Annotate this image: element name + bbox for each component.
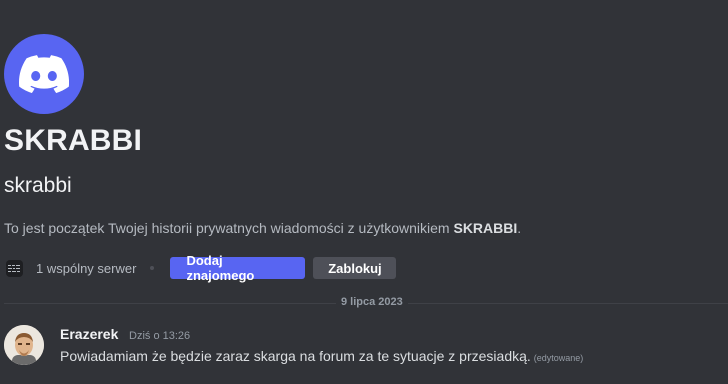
message-author-avatar[interactable] [4, 325, 44, 365]
intro-prefix: To jest początek Twojej historii prywatn… [4, 220, 454, 236]
server-icon[interactable] [6, 259, 23, 277]
profile-display-name: SKRABBI [4, 124, 143, 157]
add-friend-button[interactable]: Dodaj znajomego [170, 253, 306, 283]
date-divider-label: 9 lipca 2023 [336, 296, 408, 308]
intro-suffix: . [517, 220, 522, 236]
mutual-servers-link[interactable]: 1 wspólny serwer [36, 261, 136, 276]
dm-intro-text: To jest początek Twojej historii prywatn… [4, 220, 521, 236]
profile-actions: 1 wspólny serwer Dodaj znajomego Zabloku… [6, 253, 397, 283]
message-text: Powiadamiam że będzie zaraz skarga na fo… [60, 348, 531, 364]
separator-dot [150, 266, 155, 270]
block-button[interactable]: Zablokuj [313, 257, 397, 279]
edited-label: (edytowane) [533, 353, 584, 363]
message-content: Powiadamiam że będzie zaraz skarga na fo… [60, 348, 583, 364]
profile-avatar[interactable] [4, 34, 84, 114]
avatar-image [4, 325, 44, 365]
intro-username: SKRABBI [453, 220, 518, 236]
server-thumbnail-icon [7, 262, 22, 274]
message-timestamp: Dziś o 13:26 [129, 330, 191, 342]
discord-logo-icon [19, 55, 69, 93]
profile-username: skrabbi [4, 174, 72, 197]
message-author-name[interactable]: Erazerek [60, 326, 118, 342]
dm-channel-view: SKRABBI skrabbi To jest początek Twojej … [0, 0, 728, 384]
